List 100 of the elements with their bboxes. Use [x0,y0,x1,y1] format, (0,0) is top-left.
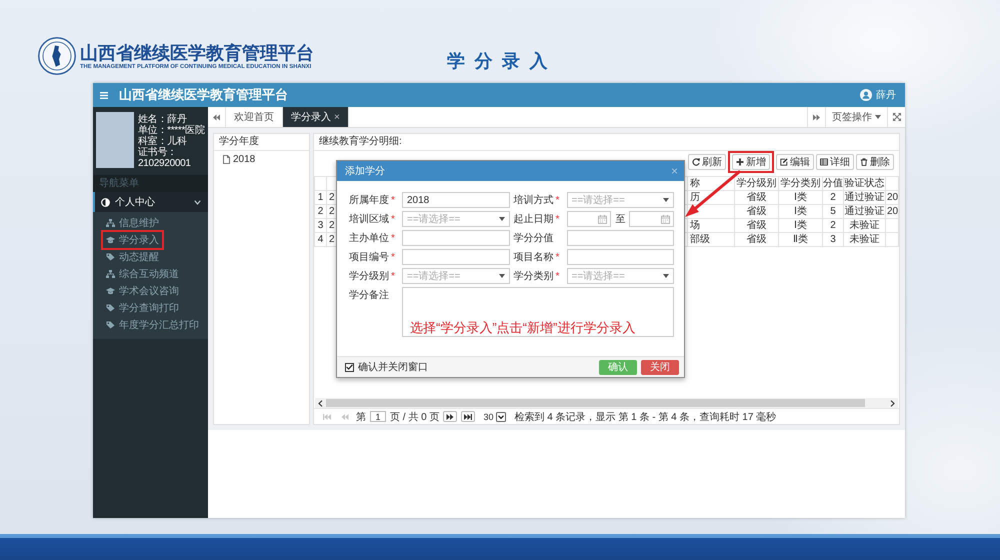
user-avatar-icon[interactable] [860,89,872,101]
required-mark: * [391,270,395,282]
required-mark: * [556,270,560,282]
date-field[interactable] [566,211,612,227]
profile-text: 单位：*****医院 [138,125,204,136]
required-mark: * [391,232,395,244]
tag-icon [106,320,115,328]
caret-icon [498,274,504,278]
scrollbar-thumb[interactable] [326,399,865,407]
rewind-icon [341,414,349,420]
skip-to-start-icon [323,414,331,420]
table-cell: 3 [822,232,844,246]
profile-text: 姓名：薛丹 [138,114,187,125]
nav-heading: 导航菜单 [93,175,208,192]
date-field[interactable] [629,211,674,227]
menu-icon[interactable] [100,92,108,98]
page-size-select[interactable]: 30 [483,411,506,422]
profile-text: 科室：儿科 [138,136,187,147]
pager-info: 检索到 4 条记录，显示 第 1 条 - 第 4 条，查询耗时 17 毫秒 [514,410,776,424]
table-cell: 未验证 [844,232,886,246]
toolbar-button[interactable]: 新增 [732,154,770,170]
field-label: 学分备注 [349,288,389,302]
chevron-right-icon[interactable] [890,400,895,406]
file-icon [223,155,230,164]
field-label: 所属年度 [349,194,389,207]
skip-to-end-icon [464,414,472,420]
tab[interactable]: 学分录入 × [283,107,349,127]
profile-text: 2102920001 [138,158,191,169]
horizontal-scrollbar[interactable] [315,398,898,408]
column-header: 学分级别 [734,176,778,190]
nav-group-item[interactable]: 个人中心 [93,192,208,212]
remarks-field[interactable] [402,287,674,337]
column-header: 学分类别 [778,176,822,190]
tab-close-button[interactable]: × [334,112,340,122]
field-label: 学分分值 [514,232,554,245]
field-label: 项目名称 [514,251,554,264]
checkbox[interactable] [345,362,354,372]
nav-item[interactable]: 动态提醒 [106,250,159,264]
required-mark: * [556,252,560,262]
fast-forward-icon [446,414,454,420]
toolbar-button[interactable]: 刷新 [688,154,726,170]
photo-placeholder [96,112,134,168]
page-input[interactable]: 1 [370,411,386,422]
chevron-left-icon[interactable] [318,400,323,406]
pager-button[interactable] [443,411,458,422]
trash-icon [860,158,868,166]
table-cell: 2 [822,218,844,232]
table-cell: 20 [886,204,898,218]
nav-item[interactable]: 信息维护 [106,216,159,230]
table-cell: 场 [688,218,734,232]
pager-text: 第 [356,410,366,424]
table-cell: 2 [314,204,326,218]
dropdown-arrow-icon [496,412,506,422]
text-field[interactable]: 2018 [402,192,510,208]
tree-item[interactable]: 2018 [214,151,309,168]
user-name[interactable]: 薛丹 [876,88,896,102]
calendar-icon [598,214,608,224]
required-mark: * [391,194,395,206]
text-field[interactable] [566,230,674,246]
field-label: 培训方式 [514,194,554,207]
table-cell: 历 [688,190,734,204]
table-cell: Ⅱ类 [778,232,822,246]
caret-icon [875,115,881,119]
field-label: 学分级别 [349,270,389,283]
required-mark: * [556,194,560,206]
table-cell: 4 [314,232,326,246]
toolbar-button[interactable]: 删除 [856,154,894,170]
graduation-cap-icon [106,236,115,244]
table-cell: 5 [822,204,844,218]
nav-item[interactable]: 学术会议咨询 [106,284,179,298]
nav-item[interactable]: 学分录入 [106,232,159,246]
table-cell: 省级 [734,232,778,246]
nav-item[interactable]: 年度学分汇总打印 [106,318,199,332]
panel-title: 继续教育学分明细: [314,134,899,151]
table-cell: 未验证 [844,218,886,232]
platform-title: 山西省继续医学教育管理平台 [80,43,314,64]
table-cell: Ⅰ类 [778,190,822,204]
table-cell: 通过验证 [844,204,886,218]
nav-item[interactable]: 学分查询打印 [106,300,179,314]
pager-button[interactable] [461,411,476,422]
half-circle-icon [101,198,110,206]
panel-title: 学分年度 [214,134,309,151]
nav-item[interactable]: 综合互动频道 [106,266,179,280]
checkbox-label[interactable]: 确认并关闭窗口 [358,360,428,374]
refresh-icon [692,158,700,166]
toolbar-button[interactable]: 编辑 [776,154,814,170]
emblem-icon [38,37,76,75]
caret-icon [663,198,669,202]
field-label: 主办单位 [349,232,389,245]
caret-icon [663,274,669,278]
table-icon [820,158,828,166]
toolbar-button[interactable]: 详细 [816,154,854,170]
required-mark: * [391,252,395,262]
close-button[interactable]: 关闭 [641,360,679,374]
text-field[interactable] [566,249,674,265]
text-field[interactable] [402,249,510,265]
field-label: 项目编号 [349,250,389,264]
text-field[interactable] [402,230,510,246]
pencil-square-icon [780,158,788,166]
page-title: 学分录入 [447,51,557,71]
